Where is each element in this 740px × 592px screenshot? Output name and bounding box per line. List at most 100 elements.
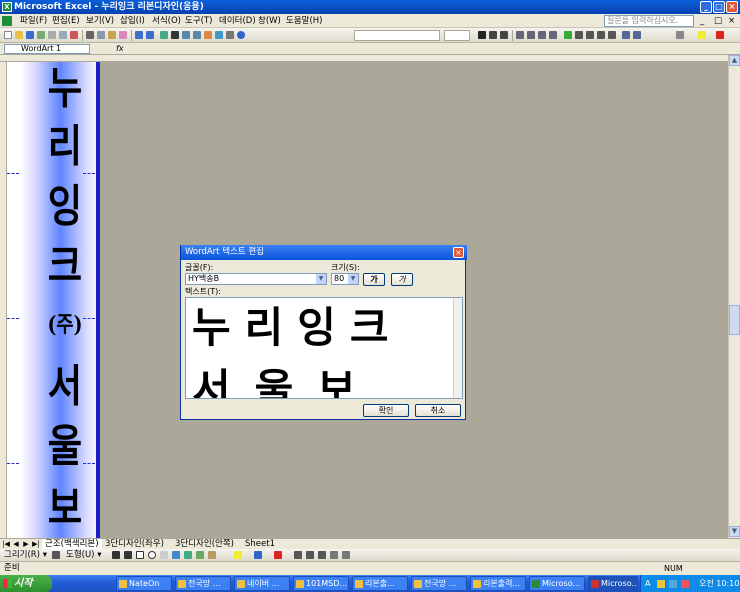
italic-button[interactable]: 가: [391, 273, 413, 286]
taskbar-item[interactable]: Microso...: [529, 576, 585, 591]
bold-button[interactable]: 가: [363, 273, 385, 286]
rectangle-icon[interactable]: [136, 551, 144, 559]
font-select[interactable]: HY백송B ▼: [185, 273, 327, 285]
maximize-button[interactable]: □: [713, 1, 725, 13]
wordart-text-area[interactable]: 누리잉크 서울보: [185, 297, 463, 399]
chevron-down-icon[interactable]: ▼: [316, 274, 326, 284]
3d-icon[interactable]: [342, 551, 350, 559]
ok-button[interactable]: 확인: [363, 404, 409, 417]
text-area-scrollbar[interactable]: [453, 298, 462, 398]
doc-restore-button[interactable]: □: [714, 15, 722, 27]
sheet-tab[interactable]: 근조(백색리본): [42, 539, 102, 549]
ime-indicator[interactable]: A: [645, 575, 650, 592]
dialog-close-icon[interactable]: ×: [453, 247, 464, 258]
textbox-icon[interactable]: [160, 551, 168, 559]
menu-edit[interactable]: 편집(E): [52, 15, 80, 27]
drawing-icon[interactable]: [215, 31, 223, 39]
font-size-combo[interactable]: [444, 30, 470, 41]
oval-icon[interactable]: [148, 551, 156, 559]
taskbar-item-active[interactable]: Microso...: [588, 576, 638, 591]
close-button[interactable]: ×: [726, 1, 738, 13]
start-button[interactable]: 시작: [0, 575, 52, 592]
permission-icon[interactable]: [37, 31, 45, 39]
menu-window[interactable]: 창(W): [258, 15, 281, 27]
bold-icon[interactable]: [478, 31, 486, 39]
taskbar-item[interactable]: 네이버 ...: [234, 576, 290, 591]
taskbar-item[interactable]: 101MSD...: [293, 576, 349, 591]
arrow-icon[interactable]: [124, 551, 132, 559]
line-icon[interactable]: [112, 551, 120, 559]
menu-view[interactable]: 보기(V): [86, 15, 114, 27]
size-select[interactable]: 80 ▼: [331, 273, 359, 285]
scroll-thumb[interactable]: [729, 305, 740, 335]
help-icon[interactable]: [237, 31, 245, 39]
network-icon[interactable]: [669, 580, 677, 588]
underline-icon[interactable]: [500, 31, 508, 39]
draw-menu-button[interactable]: 그리기(R) ▾: [4, 550, 47, 561]
format-painter-icon[interactable]: [119, 31, 127, 39]
shadow-icon[interactable]: [330, 551, 338, 559]
increase-decimal-icon[interactable]: [597, 31, 605, 39]
spelling-icon[interactable]: [70, 31, 78, 39]
doc-close-button[interactable]: ×: [728, 15, 735, 27]
tray-app-icon[interactable]: [681, 580, 689, 588]
save-icon[interactable]: [26, 31, 34, 39]
menu-data[interactable]: 데이터(D): [219, 15, 256, 27]
print-preview-icon[interactable]: [59, 31, 67, 39]
taskbar-item[interactable]: NateOn: [116, 576, 172, 591]
sort-desc-icon[interactable]: [193, 31, 201, 39]
minimize-button[interactable]: _: [700, 1, 712, 13]
cut-icon[interactable]: [86, 31, 94, 39]
menu-format[interactable]: 서식(O): [152, 15, 181, 27]
zoom-icon[interactable]: [226, 31, 234, 39]
italic-icon[interactable]: [489, 31, 497, 39]
taskbar-item[interactable]: 전국망 ...: [175, 576, 231, 591]
vertical-scrollbar[interactable]: ▲ ▼: [728, 55, 740, 538]
dialog-title-bar[interactable]: WordArt 텍스트 편집 ×: [181, 245, 467, 260]
copy-icon[interactable]: [97, 31, 105, 39]
font-color-icon[interactable]: [274, 551, 282, 559]
redo-icon[interactable]: [146, 31, 154, 39]
clipart-icon[interactable]: [196, 551, 204, 559]
next-sheet-button[interactable]: ▶: [22, 540, 30, 548]
picture-icon[interactable]: [208, 551, 216, 559]
wordart-icon[interactable]: [172, 551, 180, 559]
borders-icon[interactable]: [676, 31, 684, 39]
line-color-icon[interactable]: [254, 551, 262, 559]
arrow-style-icon[interactable]: [318, 551, 326, 559]
align-center-icon[interactable]: [527, 31, 535, 39]
comma-icon[interactable]: [586, 31, 594, 39]
last-sheet-button[interactable]: ▶|: [32, 540, 40, 548]
decrease-decimal-icon[interactable]: [608, 31, 616, 39]
menu-tools[interactable]: 도구(T): [185, 15, 212, 27]
currency-icon[interactable]: [564, 31, 572, 39]
fill-color-icon[interactable]: [698, 31, 706, 39]
prev-sheet-button[interactable]: ◀: [12, 540, 20, 548]
help-search-input[interactable]: 질문을 입력하십시오.: [604, 15, 694, 27]
menu-insert[interactable]: 삽입(I): [120, 15, 145, 27]
align-right-icon[interactable]: [538, 31, 546, 39]
taskbar-item[interactable]: 리본출...: [352, 576, 408, 591]
menu-help[interactable]: 도움말(H): [286, 15, 322, 27]
name-box[interactable]: WordArt 1: [4, 44, 90, 54]
select-objects-icon[interactable]: [52, 551, 60, 559]
line-style-icon[interactable]: [294, 551, 302, 559]
undo-icon[interactable]: [135, 31, 143, 39]
doc-minimize-button[interactable]: _: [700, 15, 704, 27]
sort-asc-icon[interactable]: [182, 31, 190, 39]
fx-button[interactable]: fx: [116, 43, 124, 55]
align-left-icon[interactable]: [516, 31, 524, 39]
hyperlink-icon[interactable]: [160, 31, 168, 39]
fill-color-icon[interactable]: [234, 551, 242, 559]
sheet-tab[interactable]: 3단디자인(좌우): [102, 539, 167, 549]
scroll-up-button[interactable]: ▲: [729, 55, 740, 66]
autosum-icon[interactable]: [171, 31, 179, 39]
autoshapes-button[interactable]: 도형(U) ▾: [66, 550, 101, 561]
dash-style-icon[interactable]: [306, 551, 314, 559]
open-icon[interactable]: [15, 31, 23, 39]
paste-icon[interactable]: [108, 31, 116, 39]
chevron-down-icon[interactable]: ▼: [348, 274, 358, 284]
percent-icon[interactable]: [575, 31, 583, 39]
decrease-indent-icon[interactable]: [622, 31, 630, 39]
sheet-tab[interactable]: Sheet1: [242, 539, 278, 549]
